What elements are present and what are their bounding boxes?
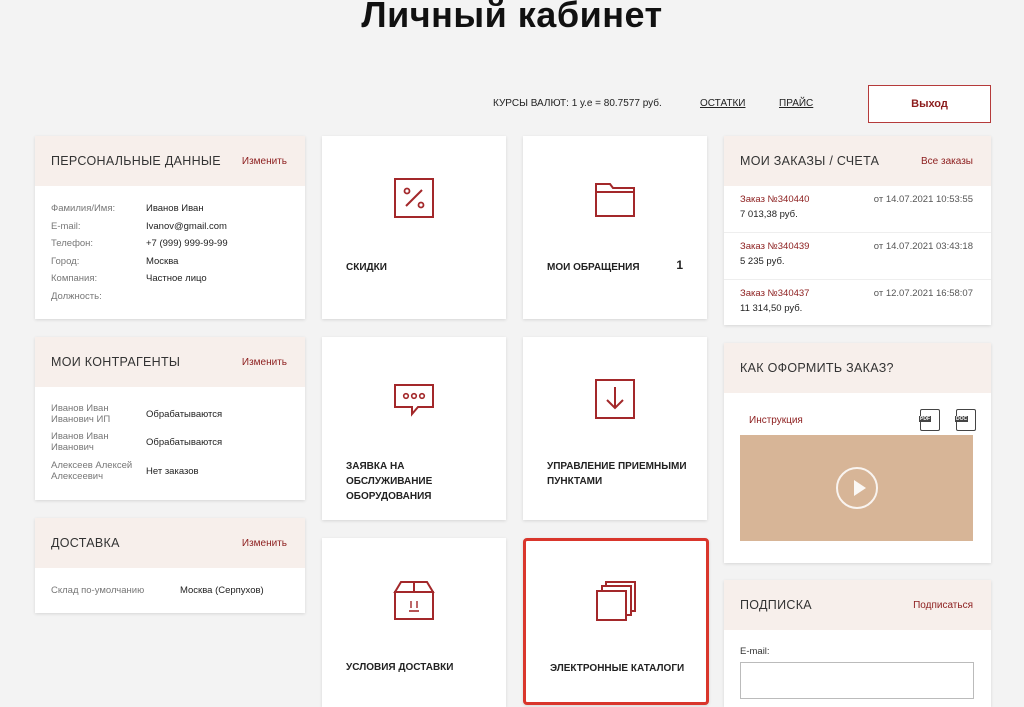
- exit-button[interactable]: Выход: [868, 85, 991, 123]
- contractor-row: Алексеев Алексей Алексеевич Нет заказов: [51, 460, 199, 482]
- orders-header: МОИ ЗАКАЗЫ / СЧЕТА Все заказы: [724, 136, 991, 186]
- delivery-row: Склад по-умолчанию Москва (Серпухов): [35, 568, 305, 596]
- tile-service-request-label: ЗАЯВКА НА ОБСЛУЖИВАНИЕ ОБОРУДОВАНИЯ: [346, 461, 433, 502]
- all-orders-link[interactable]: Все заказы: [921, 156, 973, 167]
- tile-pickup-points-label: УПРАВЛЕНИЕ ПРИЕМНЫМИ ПУНКТАМИ: [547, 461, 687, 487]
- email-label: E-mail:: [740, 646, 770, 657]
- contractor-row: Иванов Иван Иванович ИП Обрабатываются: [51, 403, 223, 425]
- subscribe-link[interactable]: Подписаться: [913, 600, 973, 611]
- email-field[interactable]: [740, 662, 974, 699]
- tile-delivery-terms[interactable]: УСЛОВИЯ ДОСТАВКИ: [322, 538, 506, 707]
- contractors-edit-link[interactable]: Изменить: [242, 357, 287, 368]
- price-link[interactable]: ПРАЙС: [779, 98, 813, 109]
- personal-data-list: Фамилия/Имя: Иванов Иван E-mail: Ivanov@gm…: [35, 186, 305, 305]
- personal-row: Фамилия/Имя: Иванов Иван: [51, 203, 204, 214]
- howto-title: КАК ОФОРМИТЬ ЗАКАЗ?: [740, 361, 894, 375]
- delivery-title: ДОСТАВКА: [51, 536, 120, 550]
- howto-header: КАК ОФОРМИТЬ ЗАКАЗ?: [724, 343, 991, 393]
- tile-appeals[interactable]: МОИ ОБРАЩЕНИЯ 1: [523, 136, 707, 319]
- order-sum: 5 235 руб.: [740, 256, 785, 267]
- delivery-header: ДОСТАВКА Изменить: [35, 518, 305, 568]
- tile-delivery-terms-label: УСЛОВИЯ ДОСТАВКИ: [346, 662, 454, 673]
- personal-row: Город: Москва: [51, 255, 179, 267]
- delivery-key: Склад по-умолчанию: [51, 585, 145, 596]
- subscribe-header: ПОДПИСКА Подписаться: [724, 580, 991, 630]
- delivery-value: Москва (Серпухов): [180, 585, 264, 596]
- play-icon[interactable]: [835, 467, 878, 509]
- contractors-list: Иванов Иван Иванович ИП Обрабатываются И…: [35, 387, 305, 482]
- order-row[interactable]: Заказ №340439 от 14.07.2021 03:43:18 5 2…: [724, 233, 991, 280]
- order-sum: 11 314,50 руб.: [740, 303, 803, 314]
- personal-data-header: ПЕРСОНАЛЬНЫЕ ДАННЫЕ Изменить: [35, 136, 305, 186]
- stock-link[interactable]: ОСТАТКИ: [700, 98, 745, 109]
- delivery-card: ДОСТАВКА Изменить Склад по-умолчанию Мос…: [35, 518, 305, 613]
- folder-icon: [595, 183, 635, 217]
- contractor-row: Иванов Иван Иванович Обрабатываются: [51, 431, 223, 453]
- subscribe-title: ПОДПИСКА: [740, 598, 812, 612]
- contractors-card: МОИ КОНТРАГЕНТЫ Изменить Иванов Иван Ива…: [35, 337, 305, 500]
- appeals-count: 1: [676, 258, 683, 272]
- personal-data-title: ПЕРСОНАЛЬНЫЕ ДАННЫЕ: [51, 154, 221, 168]
- doc-download-icon[interactable]: DOC: [955, 409, 976, 431]
- order-row[interactable]: Заказ №340437 от 12.07.2021 16:58:07 11 …: [724, 280, 991, 327]
- orders-title: МОИ ЗАКАЗЫ / СЧЕТА: [740, 154, 880, 168]
- stack-icon: [596, 581, 636, 621]
- order-row[interactable]: Заказ №340440 от 14.07.2021 10:53:55 7 0…: [724, 186, 991, 233]
- subscribe-card: ПОДПИСКА Подписаться E-mail:: [724, 580, 991, 707]
- personal-row: Компания: Частное лицо: [51, 273, 207, 284]
- download-box-icon: [595, 379, 635, 419]
- contractors-header: МОИ КОНТРАГЕНТЫ Изменить: [35, 337, 305, 387]
- video-player[interactable]: [740, 435, 973, 541]
- delivery-edit-link[interactable]: Изменить: [242, 538, 287, 549]
- pdf-download-icon[interactable]: PDF: [919, 409, 940, 431]
- tile-discounts-label: СКИДКИ: [346, 262, 387, 273]
- contractors-title: МОИ КОНТРАГЕНТЫ: [51, 355, 181, 369]
- order-date: от 14.07.2021 10:53:55: [873, 194, 973, 205]
- chat-icon: [394, 384, 434, 417]
- tile-appeals-label: МОИ ОБРАЩЕНИЯ: [547, 262, 640, 273]
- tile-e-catalogs[interactable]: ЭЛЕКТРОННЫЕ КАТАЛОГИ: [523, 538, 709, 705]
- package-icon: [393, 581, 435, 620]
- order-sum: 7 013,38 руб.: [740, 209, 798, 220]
- tile-service-request[interactable]: ЗАЯВКА НА ОБСЛУЖИВАНИЕ ОБОРУДОВАНИЯ: [322, 337, 506, 520]
- currency-rates: КУРСЫ ВАЛЮТ: 1 у.е = 80.7577 руб.: [493, 98, 662, 109]
- page-title: Личный кабинет: [361, 0, 663, 35]
- instruction-link[interactable]: Инструкция: [749, 415, 803, 426]
- howto-card: КАК ОФОРМИТЬ ЗАКАЗ? Инструкция PDF DOC: [724, 343, 991, 563]
- personal-data-edit-link[interactable]: Изменить: [242, 156, 287, 167]
- order-date: от 12.07.2021 16:58:07: [873, 288, 973, 299]
- personal-row: Телефон: +7 (999) 999-99-99: [51, 238, 228, 249]
- tile-e-catalogs-label: ЭЛЕКТРОННЫЕ КАТАЛОГИ: [550, 663, 685, 674]
- tile-pickup-points[interactable]: УПРАВЛЕНИЕ ПРИЕМНЫМИ ПУНКТАМИ: [523, 337, 707, 520]
- personal-row: E-mail: Ivanov@gmail.com: [51, 220, 227, 232]
- tile-discounts[interactable]: СКИДКИ: [322, 136, 506, 319]
- percent-icon: [394, 178, 434, 218]
- order-date: от 14.07.2021 03:43:18: [873, 241, 973, 252]
- orders-card: МОИ ЗАКАЗЫ / СЧЕТА Все заказы Заказ №340…: [724, 136, 991, 325]
- personal-row: Должность:: [51, 290, 102, 302]
- personal-data-card: ПЕРСОНАЛЬНЫЕ ДАННЫЕ Изменить Фамилия/Имя…: [35, 136, 305, 319]
